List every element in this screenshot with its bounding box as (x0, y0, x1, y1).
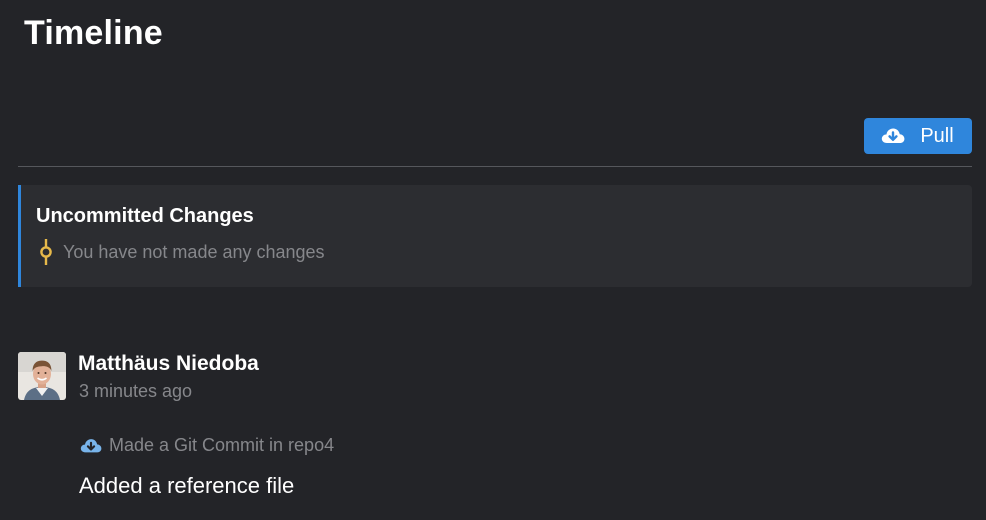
activity-item: Matthäus Niedoba 3 minutes ago Made a Gi… (18, 352, 972, 512)
cloud-download-icon (880, 125, 906, 147)
commit-message: Added a reference file (79, 473, 295, 498)
author-name[interactable]: Matthäus Niedoba (78, 352, 259, 376)
pull-button[interactable]: Pull (864, 118, 972, 154)
uncommitted-changes-title: Uncommitted Changes (36, 205, 254, 227)
page-title: Timeline (24, 14, 163, 52)
avatar[interactable] (18, 352, 66, 400)
uncommitted-status-text: You have not made any changes (63, 241, 325, 262)
uncommitted-status: You have not made any changes (39, 239, 325, 265)
activity-event: Made a Git Commit in repo4 (79, 435, 334, 456)
timeline-page: Timeline Pull Uncommitted Changes You ha… (0, 0, 986, 520)
uncommitted-changes-card: Uncommitted Changes You have not made an… (18, 185, 972, 287)
pull-button-label: Pull (920, 124, 954, 147)
commit-node-icon (39, 239, 53, 265)
header-divider (18, 166, 972, 167)
activity-timestamp: 3 minutes ago (79, 381, 193, 401)
cloud-download-icon (79, 436, 103, 456)
activity-event-text: Made a Git Commit in repo4 (109, 435, 335, 455)
